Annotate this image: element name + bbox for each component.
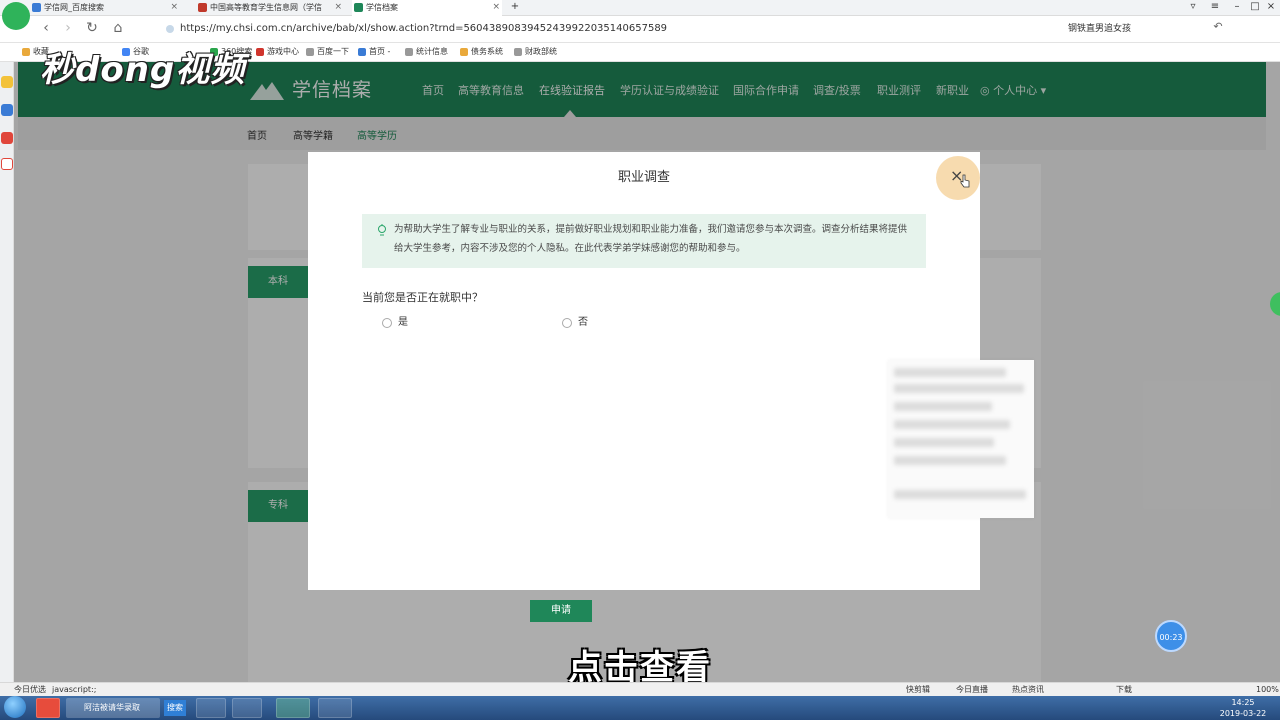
windows-taskbar: 阿洁被请华录取 搜索 14:25 2019-03-22 [0, 696, 1280, 720]
blurred-line [894, 490, 1026, 499]
excel-icon[interactable] [318, 698, 352, 718]
taskbar-search-button[interactable]: 搜索 [164, 700, 186, 716]
browser-status-bar: 今日优选 javascript:; 快剪辑 今日直播 热点资讯 下载 100% [0, 682, 1280, 696]
menu-icon[interactable]: ≡ [1204, 0, 1226, 14]
blurred-panel [888, 360, 1034, 518]
blurred-line [894, 420, 1010, 429]
bookmark-item[interactable]: 财政部统 [514, 46, 557, 58]
browser-tab-3[interactable]: 学信档案 × [352, 0, 502, 16]
status-link-text: javascript:; [52, 685, 97, 694]
browser-taskbar-icon[interactable] [276, 698, 310, 718]
notice-text: 为帮助大学生了解专业与职业的关系，提前做好职业规划和职业能力准备，我们邀请您参与… [394, 224, 908, 254]
lock-icon [166, 25, 174, 33]
forward-icon[interactable]: › [58, 20, 78, 36]
apply-button[interactable]: 申请 [530, 600, 592, 622]
undo-icon[interactable]: ↶ [1208, 20, 1228, 33]
file-explorer-icon[interactable] [232, 698, 262, 718]
browser-toolbar: ‹ › ↻ ⌂ https://my.chsi.com.cn/archive/b… [0, 2, 1280, 43]
tab-favicon-icon [198, 3, 207, 12]
notes-icon[interactable] [1, 104, 13, 116]
blurred-line [894, 438, 994, 447]
bookmark-item[interactable]: 首页 - [358, 46, 390, 58]
tab-favicon-icon [354, 3, 363, 12]
start-button[interactable] [4, 696, 26, 718]
search-text: 钢铁直男追女孩 [1068, 24, 1132, 34]
blurred-line [894, 368, 1006, 377]
clock-date: 2019-03-22 [1219, 709, 1267, 718]
ie-icon[interactable] [196, 698, 226, 718]
lightbulb-icon [378, 224, 386, 236]
survey-question: 当前您是否正在就职中？ [362, 291, 483, 304]
browser-tab-2[interactable]: 中国高等教育学生信息网（学信 × [196, 0, 344, 16]
taskbar-app-icon[interactable] [36, 698, 60, 718]
window-close-icon[interactable]: × [1260, 0, 1280, 14]
hand-cursor-icon [960, 174, 970, 188]
search-input[interactable]: 钢铁直男追女孩 [1060, 19, 1200, 39]
reload-icon[interactable]: ↻ [82, 20, 102, 36]
bookmark-item[interactable]: 游戏中心 [256, 46, 299, 58]
survey-modal: 职业调查 × 为帮助大学生了解专业与职业的关系，提前做好职业规划和职业能力准备，… [308, 152, 980, 590]
tab-close-icon[interactable]: × [334, 0, 342, 15]
new-tab-icon[interactable]: + [504, 0, 526, 14]
option-yes[interactable]: 是 [382, 317, 408, 329]
weibo-icon[interactable] [1, 132, 13, 144]
status-zoom[interactable]: 100% [1256, 684, 1279, 696]
option-no[interactable]: 否 [562, 317, 588, 329]
bookmark-item[interactable]: 统计信息 [405, 46, 448, 58]
taskbar-item-label: 阿洁被请华录取 [84, 703, 140, 712]
skin-icon[interactable]: ▿ [1182, 0, 1204, 14]
url-text: https://my.chsi.com.cn/archive/bab/xl/sh… [180, 23, 668, 34]
tab-label: 中国高等教育学生信息网（学信 [210, 3, 322, 12]
browser-tab-1[interactable]: 学信网_百度搜索 × [30, 0, 180, 16]
option-label: 是 [398, 317, 408, 328]
taskbar-ie-window[interactable]: 阿洁被请华录取 [66, 698, 160, 718]
browser-sidebar [0, 62, 14, 682]
bookmark-item[interactable]: 债务系统 [460, 46, 503, 58]
system-clock[interactable]: 14:25 2019-03-22 [1218, 697, 1268, 719]
tab-favicon-icon [32, 3, 41, 12]
address-bar[interactable]: https://my.chsi.com.cn/archive/bab/xl/sh… [152, 19, 1002, 39]
radio-button[interactable] [382, 318, 392, 328]
favorites-icon[interactable] [1, 76, 13, 88]
blurred-line [894, 402, 992, 411]
radio-button[interactable] [562, 318, 572, 328]
status-news[interactable]: 热点资讯 [1012, 684, 1044, 696]
tab-close-icon[interactable]: × [170, 0, 178, 15]
tab-close-icon[interactable]: × [492, 0, 500, 15]
status-quick-clip[interactable]: 快剪辑 [906, 684, 930, 696]
blurred-line [894, 456, 1006, 465]
tab-label: 学信网_百度搜索 [44, 3, 104, 12]
target-icon[interactable] [1, 158, 13, 170]
home-icon[interactable]: ⌂ [108, 20, 128, 36]
bookmark-item[interactable]: 百度一下 [306, 46, 349, 58]
status-today-picks[interactable]: 今日优选 [14, 684, 46, 696]
back-icon[interactable]: ‹ [36, 20, 56, 36]
status-download[interactable]: 下载 [1116, 684, 1132, 696]
clock-time: 14:25 [1231, 698, 1255, 707]
status-live[interactable]: 今日直播 [956, 684, 988, 696]
modal-title: 职业调查 [617, 170, 670, 185]
tab-label: 学信档案 [366, 3, 398, 12]
video-watermark-logo: 秒dong视频 [40, 50, 246, 90]
browser-logo-icon [2, 2, 30, 30]
option-label: 否 [578, 317, 588, 328]
close-button[interactable]: × [936, 156, 980, 200]
browser-tab-bar: 学信网_百度搜索 × 中国高等教育学生信息网（学信 × 学信档案 × + ▿ ≡… [0, 0, 1280, 16]
blurred-line [894, 384, 1024, 393]
survey-notice: 为帮助大学生了解专业与职业的关系，提前做好职业规划和职业能力准备，我们邀请您参与… [362, 214, 926, 268]
